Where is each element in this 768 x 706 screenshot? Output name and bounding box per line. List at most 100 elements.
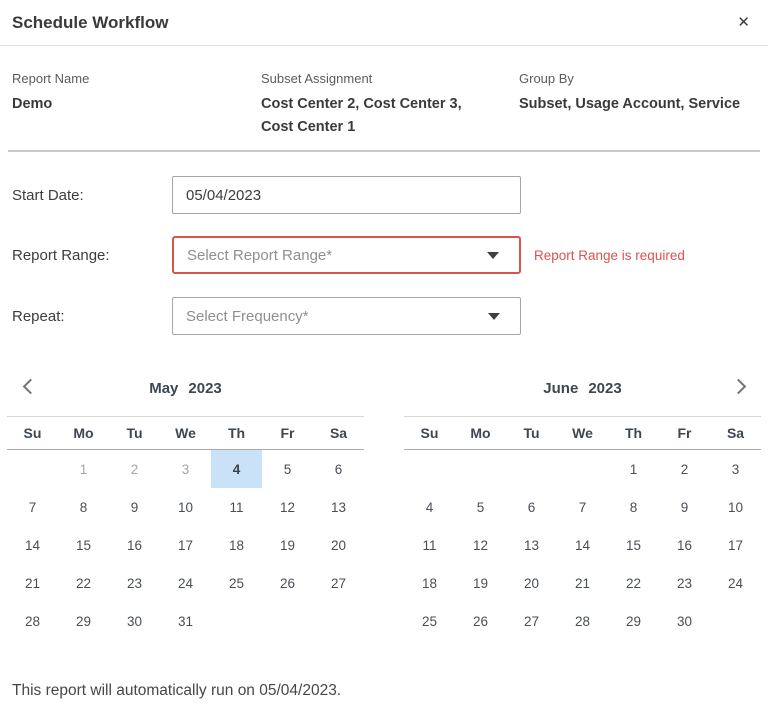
date-cell[interactable]: 26 bbox=[262, 564, 313, 602]
date-cell[interactable]: 11 bbox=[211, 488, 262, 526]
date-cell[interactable]: 9 bbox=[659, 488, 710, 526]
date-cell[interactable]: 22 bbox=[58, 564, 109, 602]
date-cell[interactable]: 23 bbox=[659, 564, 710, 602]
report-name-column: Report Name Demo bbox=[12, 71, 261, 150]
date-cell-empty bbox=[710, 602, 761, 640]
repeat-placeholder: Select Frequency* bbox=[186, 308, 309, 325]
subset-assignment-column: Subset Assignment Cost Center 2, Cost Ce… bbox=[261, 71, 519, 150]
date-cell[interactable]: 21 bbox=[7, 564, 58, 602]
date-cell[interactable]: 17 bbox=[160, 526, 211, 564]
date-cell[interactable]: 18 bbox=[404, 564, 455, 602]
date-cell[interactable]: 24 bbox=[160, 564, 211, 602]
report-name-value: Demo bbox=[12, 93, 261, 116]
date-cell[interactable]: 5 bbox=[262, 450, 313, 488]
chevron-down-icon bbox=[487, 252, 499, 259]
date-cell[interactable]: 30 bbox=[659, 602, 710, 640]
date-cell[interactable]: 20 bbox=[313, 526, 364, 564]
date-cell[interactable]: 14 bbox=[557, 526, 608, 564]
date-cell[interactable]: 24 bbox=[710, 564, 761, 602]
date-cell[interactable]: 8 bbox=[608, 488, 659, 526]
date-cell[interactable]: 14 bbox=[7, 526, 58, 564]
close-icon: ✕ bbox=[737, 14, 750, 31]
date-cell[interactable]: 27 bbox=[313, 564, 364, 602]
date-cell[interactable]: 26 bbox=[455, 602, 506, 640]
dialog-footer: This report will automatically run on 05… bbox=[0, 682, 768, 700]
start-date-row: Start Date: bbox=[12, 176, 768, 214]
date-cell[interactable]: 9 bbox=[109, 488, 160, 526]
date-cell[interactable]: 5 bbox=[455, 488, 506, 526]
date-cell[interactable]: 28 bbox=[557, 602, 608, 640]
date-cell[interactable]: 13 bbox=[313, 488, 364, 526]
date-cell[interactable]: 21 bbox=[557, 564, 608, 602]
date-cell[interactable]: 15 bbox=[608, 526, 659, 564]
date-cell[interactable]: 8 bbox=[58, 488, 109, 526]
prev-month-button[interactable] bbox=[13, 371, 43, 401]
chevron-down-icon bbox=[488, 313, 500, 320]
report-range-select[interactable]: Select Report Range* bbox=[172, 236, 521, 274]
date-cell-empty bbox=[7, 450, 58, 488]
date-grid: 1234567891011121314151617181920212223242… bbox=[404, 450, 761, 640]
day-header: Sa bbox=[710, 425, 761, 441]
date-cell[interactable]: 27 bbox=[506, 602, 557, 640]
day-header: Tu bbox=[109, 425, 160, 441]
date-cell[interactable]: 7 bbox=[7, 488, 58, 526]
calendar-title: May2023 bbox=[149, 380, 222, 397]
subset-assignment-value: Cost Center 2, Cost Center 3, Cost Cente… bbox=[261, 93, 479, 139]
day-header-row: SuMoTuWeThFrSa bbox=[7, 416, 364, 450]
date-cell[interactable]: 22 bbox=[608, 564, 659, 602]
date-cell: 2 bbox=[109, 450, 160, 488]
date-cell-empty bbox=[506, 450, 557, 488]
date-cell[interactable]: 12 bbox=[262, 488, 313, 526]
month-name: May bbox=[149, 380, 178, 397]
date-cell-empty bbox=[455, 450, 506, 488]
date-cell[interactable]: 11 bbox=[404, 526, 455, 564]
date-cell[interactable]: 6 bbox=[506, 488, 557, 526]
date-cell[interactable]: 13 bbox=[506, 526, 557, 564]
repeat-row: Repeat: Select Frequency* bbox=[12, 297, 768, 335]
date-cell[interactable]: 29 bbox=[608, 602, 659, 640]
start-date-input[interactable] bbox=[172, 176, 521, 214]
date-cell[interactable]: 16 bbox=[659, 526, 710, 564]
date-cell[interactable]: 6 bbox=[313, 450, 364, 488]
day-header: Th bbox=[608, 425, 659, 441]
date-cell[interactable]: 10 bbox=[160, 488, 211, 526]
auto-run-note: This report will automatically run on 05… bbox=[12, 682, 341, 699]
date-cell[interactable]: 15 bbox=[58, 526, 109, 564]
day-header-row: SuMoTuWeThFrSa bbox=[404, 416, 761, 450]
close-button[interactable]: ✕ bbox=[733, 11, 754, 34]
date-cell[interactable]: 31 bbox=[160, 602, 211, 640]
date-cell[interactable]: 1 bbox=[608, 450, 659, 488]
date-cell[interactable]: 25 bbox=[404, 602, 455, 640]
date-cell[interactable]: 28 bbox=[7, 602, 58, 640]
date-cell[interactable]: 12 bbox=[455, 526, 506, 564]
month-name: June bbox=[543, 380, 578, 397]
repeat-select[interactable]: Select Frequency* bbox=[172, 297, 521, 335]
date-cell[interactable]: 2 bbox=[659, 450, 710, 488]
date-cell[interactable]: 16 bbox=[109, 526, 160, 564]
date-grid: 1234567891011121314151617181920212223242… bbox=[7, 450, 364, 640]
date-cell[interactable]: 20 bbox=[506, 564, 557, 602]
date-cell[interactable]: 25 bbox=[211, 564, 262, 602]
year-label: 2023 bbox=[588, 380, 621, 397]
date-cell[interactable]: 3 bbox=[710, 450, 761, 488]
date-cell[interactable]: 19 bbox=[262, 526, 313, 564]
date-cell-empty bbox=[313, 602, 364, 640]
next-month-button[interactable] bbox=[725, 371, 755, 401]
date-cell[interactable]: 7 bbox=[557, 488, 608, 526]
date-cell[interactable]: 4 bbox=[211, 450, 262, 488]
date-cell[interactable]: 23 bbox=[109, 564, 160, 602]
start-date-label: Start Date: bbox=[12, 187, 172, 204]
date-cell-empty bbox=[404, 450, 455, 488]
date-cell[interactable]: 10 bbox=[710, 488, 761, 526]
report-range-error: Report Range is required bbox=[534, 248, 685, 263]
date-cell[interactable]: 19 bbox=[455, 564, 506, 602]
date-cell: 3 bbox=[160, 450, 211, 488]
dialog-title: Schedule Workflow bbox=[12, 13, 169, 33]
date-cell[interactable]: 29 bbox=[58, 602, 109, 640]
date-cell[interactable]: 18 bbox=[211, 526, 262, 564]
date-cell[interactable]: 30 bbox=[109, 602, 160, 640]
calendar-header: June 2023 bbox=[404, 366, 761, 416]
date-cell[interactable]: 4 bbox=[404, 488, 455, 526]
date-cell[interactable]: 17 bbox=[710, 526, 761, 564]
day-header: Mo bbox=[455, 425, 506, 441]
